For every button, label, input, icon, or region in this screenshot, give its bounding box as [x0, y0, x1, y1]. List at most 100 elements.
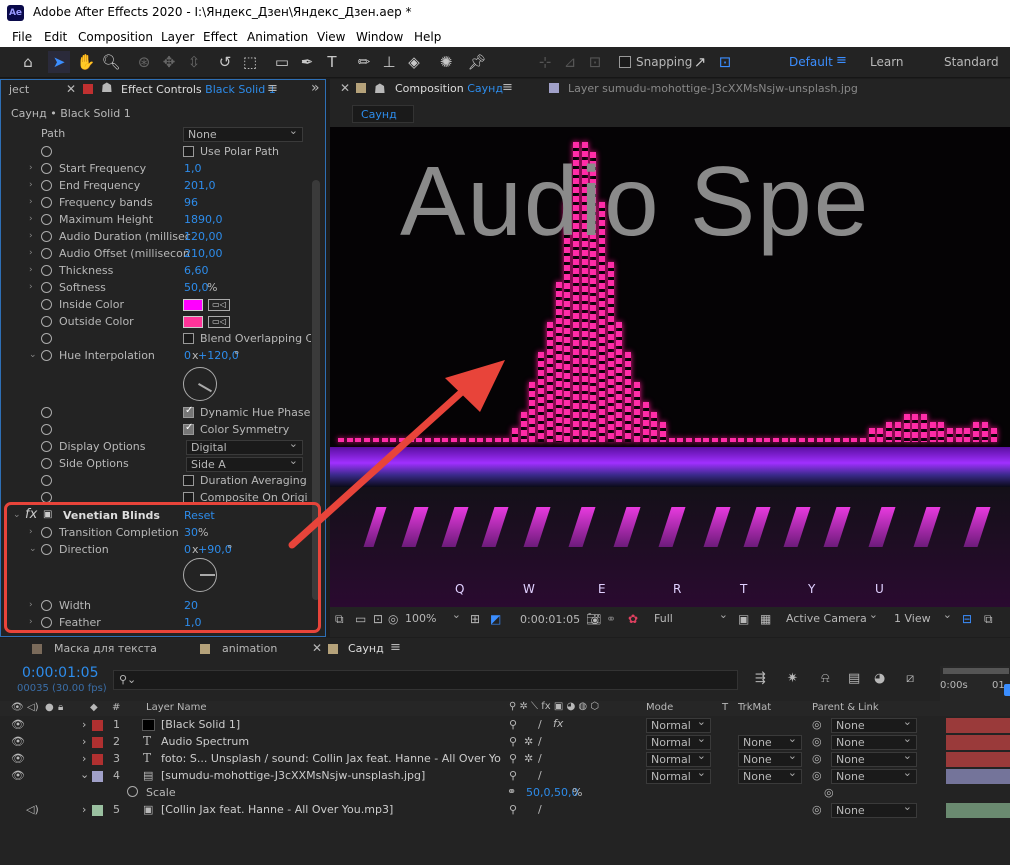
hue-interp-angle[interactable]: +120,0 [198, 349, 239, 362]
show-snapshot-icon[interactable]: ⚭ [606, 612, 616, 626]
menu-edit[interactable]: Edit [44, 30, 67, 44]
snap-feature-icon[interactable]: ⊡ [714, 51, 736, 73]
rectangle-tool-icon[interactable]: ▭ [271, 51, 293, 73]
quality-switch-icon[interactable]: / [538, 752, 542, 765]
eye-icon[interactable]: 👁︎ [11, 718, 25, 731]
expand-twirl-icon[interactable]: › [29, 180, 33, 190]
expand-twirl-icon[interactable]: › [29, 214, 33, 224]
close-tab-icon[interactable]: ✕ [340, 81, 350, 95]
stopwatch-icon[interactable] [41, 248, 52, 259]
prop-maximum-height-value[interactable]: 1890,0 [184, 213, 223, 226]
parent-dropdown[interactable]: None [831, 749, 917, 767]
scale-property-row[interactable]: Scale ⚭ 50,0,50,0 % ◎ [0, 785, 1010, 802]
puppet-pin-icon[interactable]: 📌︎ [466, 51, 488, 73]
panel-menu-icon[interactable]: ≡ [502, 80, 513, 95]
speaker-icon[interactable]: ◁) [26, 803, 39, 816]
menu-layer[interactable]: Layer [161, 30, 194, 44]
timeline-timecode[interactable]: 0:00:01:05 [22, 665, 99, 681]
layer-label-color[interactable] [92, 754, 103, 765]
world-axis-icon[interactable]: ⊿ [559, 51, 581, 73]
collapse-switch-icon[interactable]: ✲ [524, 735, 533, 748]
close-tab-icon[interactable]: ✕ [312, 641, 322, 655]
menu-effect[interactable]: Effect [203, 30, 238, 44]
hue-interp-revolutions[interactable]: 0 [184, 349, 191, 362]
timeline-tab-sound[interactable]: Саунд [348, 642, 384, 655]
mode-header[interactable]: Mode [646, 702, 673, 713]
shy-switch-icon[interactable]: ⚲ [509, 735, 517, 748]
time-ruler[interactable]: 0:00s 01 [940, 666, 1010, 704]
pick-whip-icon[interactable]: ◎ [812, 769, 822, 782]
viewer-timecode[interactable]: 0:00:01:05 [520, 613, 580, 626]
dolly-camera-icon[interactable]: ⇳ [183, 51, 205, 73]
toggle-pixel-aspect-icon[interactable]: ⊟ [962, 612, 972, 626]
expand-twirl-icon[interactable]: › [82, 735, 86, 748]
region-icon[interactable]: ◎ [388, 612, 398, 626]
expand-twirl-icon[interactable]: › [82, 803, 86, 816]
layer-duration-bar[interactable] [946, 735, 1010, 750]
pick-whip-icon[interactable]: ◎ [812, 735, 822, 748]
duration-averaging-checkbox[interactable] [183, 475, 194, 486]
stopwatch-icon[interactable] [127, 786, 138, 797]
project-tab-label[interactable]: ject [9, 83, 29, 96]
always-preview-icon[interactable]: ⧉ [335, 612, 344, 627]
pick-whip-icon[interactable]: ◎ [824, 786, 834, 799]
shy-layers-icon[interactable]: ⍾ [821, 671, 830, 686]
prop-thickness-value[interactable]: 6,60 [184, 264, 209, 277]
pen-tool-icon[interactable]: ✒ [296, 51, 318, 73]
menu-composition[interactable]: Composition [78, 30, 153, 44]
menu-window[interactable]: Window [356, 30, 403, 44]
eye-icon[interactable]: 👁︎ [11, 735, 25, 748]
mode-dropdown[interactable]: Normal [646, 715, 711, 733]
shy-switch-icon[interactable]: ⚲ [509, 803, 517, 816]
transparency-grid-icon[interactable]: ▦ [760, 612, 771, 626]
mode-dropdown[interactable]: Normal [646, 766, 711, 784]
stopwatch-icon[interactable] [41, 441, 52, 452]
panel-menu-icon[interactable]: ≡ [267, 81, 278, 96]
mode-dropdown[interactable]: Normal [646, 732, 711, 750]
collapse-twirl-icon[interactable]: ⌄ [80, 768, 89, 781]
draft-3d-icon[interactable]: ✷ [787, 671, 798, 686]
brush-tool-icon[interactable]: ✏ [353, 51, 375, 73]
panel-overflow-icon[interactable]: » [311, 80, 320, 96]
menu-file[interactable]: File [12, 30, 32, 44]
stopwatch-icon[interactable] [41, 458, 52, 469]
fit-icon[interactable]: ⊞ [470, 612, 480, 626]
menu-animation[interactable]: Animation [247, 30, 308, 44]
collapse-twirl-icon[interactable]: ⌄ [29, 350, 37, 360]
prop-audio-offset-value[interactable]: 210,00 [184, 247, 223, 260]
axis-mode-icon[interactable]: ⊹ [534, 51, 556, 73]
use-polar-checkbox[interactable] [183, 146, 194, 157]
layer-name[interactable]: [sumudu-mohottige-J3cXXMsNsjw-unsplash.j… [161, 769, 425, 782]
work-area-bar[interactable] [943, 668, 1009, 674]
rotate-tool-icon[interactable]: ↺ [214, 51, 236, 73]
home-icon[interactable]: ⌂ [17, 51, 39, 73]
constrain-proportions-icon[interactable]: ⚭ [507, 785, 516, 798]
layer-duration-bar[interactable] [946, 803, 1010, 818]
layer-duration-bar[interactable] [946, 769, 1010, 784]
layer-label-color[interactable] [92, 720, 103, 731]
inside-color-swatch[interactable] [183, 299, 203, 311]
eraser-tool-icon[interactable]: ◈ [403, 51, 425, 73]
quality-switch-icon[interactable]: / [538, 735, 542, 748]
stopwatch-icon[interactable] [41, 407, 52, 418]
quality-switch-icon[interactable]: / [538, 803, 542, 816]
parent-dropdown[interactable]: None [831, 715, 917, 733]
expand-twirl-icon[interactable]: › [82, 752, 86, 765]
motion-blur-icon[interactable]: ◕ [874, 671, 885, 686]
selection-tool-icon[interactable]: ➤ [48, 51, 70, 73]
menu-help[interactable]: Help [414, 30, 441, 44]
layer-duration-bar[interactable] [946, 752, 1010, 767]
blend-overlapping-checkbox[interactable] [183, 333, 194, 344]
quality-switch-icon[interactable]: / [538, 769, 542, 782]
prop-start-frequency-value[interactable]: 1,0 [184, 162, 202, 175]
frame-blending-icon[interactable]: ▤ [848, 671, 860, 686]
view-layout-dropdown[interactable]: 1 View [890, 608, 956, 627]
stopwatch-icon[interactable] [41, 163, 52, 174]
parent-dropdown[interactable]: None [831, 766, 917, 784]
trkmat-dropdown[interactable]: None [738, 732, 802, 750]
layer-label-color[interactable] [92, 771, 103, 782]
resolution-dropdown[interactable]: Full [650, 608, 732, 627]
parent-dropdown[interactable]: None [831, 732, 917, 750]
camera-dropdown[interactable]: Active Camera [782, 608, 882, 627]
snapping-checkbox[interactable] [619, 56, 631, 68]
